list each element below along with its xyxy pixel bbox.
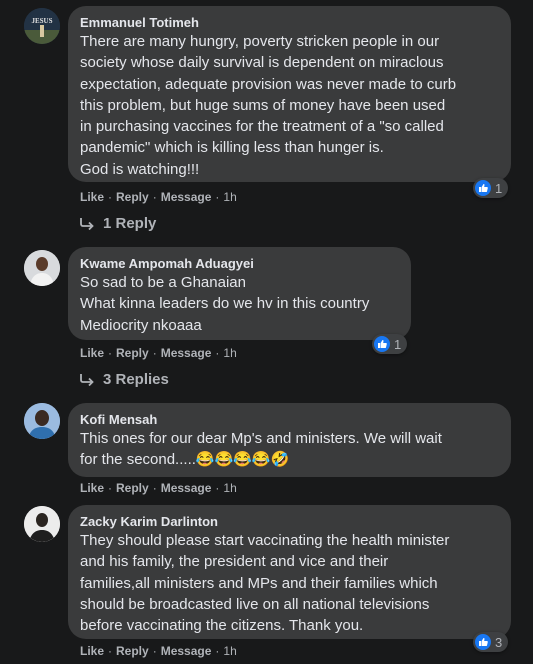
reaction-count: 1: [495, 180, 503, 196]
avatar[interactable]: [24, 250, 60, 286]
timestamp[interactable]: 1h: [223, 190, 236, 204]
comment-author[interactable]: Zacky Karim Darlinton: [80, 513, 499, 530]
message-link[interactable]: Message: [161, 644, 212, 658]
comment-author[interactable]: Kwame Ampomah Aduagyei: [80, 255, 399, 272]
like-link[interactable]: Like: [80, 346, 104, 360]
avatar[interactable]: [24, 506, 60, 542]
like-link[interactable]: Like: [80, 644, 104, 658]
message-link[interactable]: Message: [161, 346, 212, 360]
avatar[interactable]: [24, 403, 60, 439]
like-link[interactable]: Like: [80, 481, 104, 495]
reply-arrow-icon: [80, 374, 94, 386]
avatar-image: [24, 403, 60, 439]
comment-bubble: Kofi Mensah This ones for our dear Mp's …: [68, 403, 511, 477]
comment-author[interactable]: Kofi Mensah: [80, 411, 499, 428]
comment-actions: Like · Reply · Message · 1h: [80, 481, 237, 495]
comment-text: There are many hungry, poverty stricken …: [80, 33, 457, 178]
comment-actions: Like · Reply · Message · 1h: [80, 190, 237, 204]
avatar-jesus-image: JESUS: [24, 8, 60, 44]
replies-label: 1 Reply: [103, 215, 157, 232]
reply-link[interactable]: Reply: [116, 644, 149, 658]
like-reaction-icon: [475, 180, 491, 196]
reply-link[interactable]: Reply: [116, 190, 149, 204]
avatar[interactable]: JESUS: [24, 8, 60, 44]
comment-text: So sad to be a Ghanaian What kinna leade…: [80, 274, 370, 334]
replies-label: 3 Replies: [103, 371, 169, 388]
like-reaction-icon: [475, 634, 491, 650]
reply-arrow-icon: [80, 218, 94, 230]
comment-bubble: Kwame Ampomah Aduagyei So sad to be a Gh…: [68, 247, 411, 340]
comment-actions: Like · Reply · Message · 1h: [80, 346, 237, 360]
like-reaction-icon: [374, 336, 390, 352]
reaction-count: 3: [495, 634, 503, 650]
view-replies-button[interactable]: 1 Reply: [80, 215, 156, 232]
view-replies-button[interactable]: 3 Replies: [80, 371, 169, 388]
message-link[interactable]: Message: [161, 481, 212, 495]
reaction-count-badge[interactable]: 1: [372, 334, 408, 354]
comment-bubble: Emmanuel Totimeh There are many hungry, …: [68, 6, 511, 182]
avatar-image: [24, 250, 60, 286]
reaction-count-badge[interactable]: 1: [473, 178, 509, 198]
reply-link[interactable]: Reply: [116, 346, 149, 360]
comment-actions: Like · Reply · Message · 1h: [80, 644, 237, 658]
svg-text:JESUS: JESUS: [31, 17, 52, 25]
comment-author[interactable]: Emmanuel Totimeh: [80, 14, 499, 31]
like-link[interactable]: Like: [80, 190, 104, 204]
avatar-image: [24, 506, 60, 542]
timestamp[interactable]: 1h: [223, 346, 236, 360]
reaction-count-badge[interactable]: 3: [473, 632, 509, 652]
comment-text: They should please start vaccinating the…: [80, 532, 450, 635]
comment-bubble: Zacky Karim Darlinton They should please…: [68, 505, 511, 639]
reaction-count: 1: [394, 336, 402, 352]
comment-text: This ones for our dear Mp's and minister…: [80, 430, 442, 469]
timestamp[interactable]: 1h: [223, 644, 236, 658]
timestamp[interactable]: 1h: [223, 481, 236, 495]
message-link[interactable]: Message: [161, 190, 212, 204]
reply-link[interactable]: Reply: [116, 481, 149, 495]
